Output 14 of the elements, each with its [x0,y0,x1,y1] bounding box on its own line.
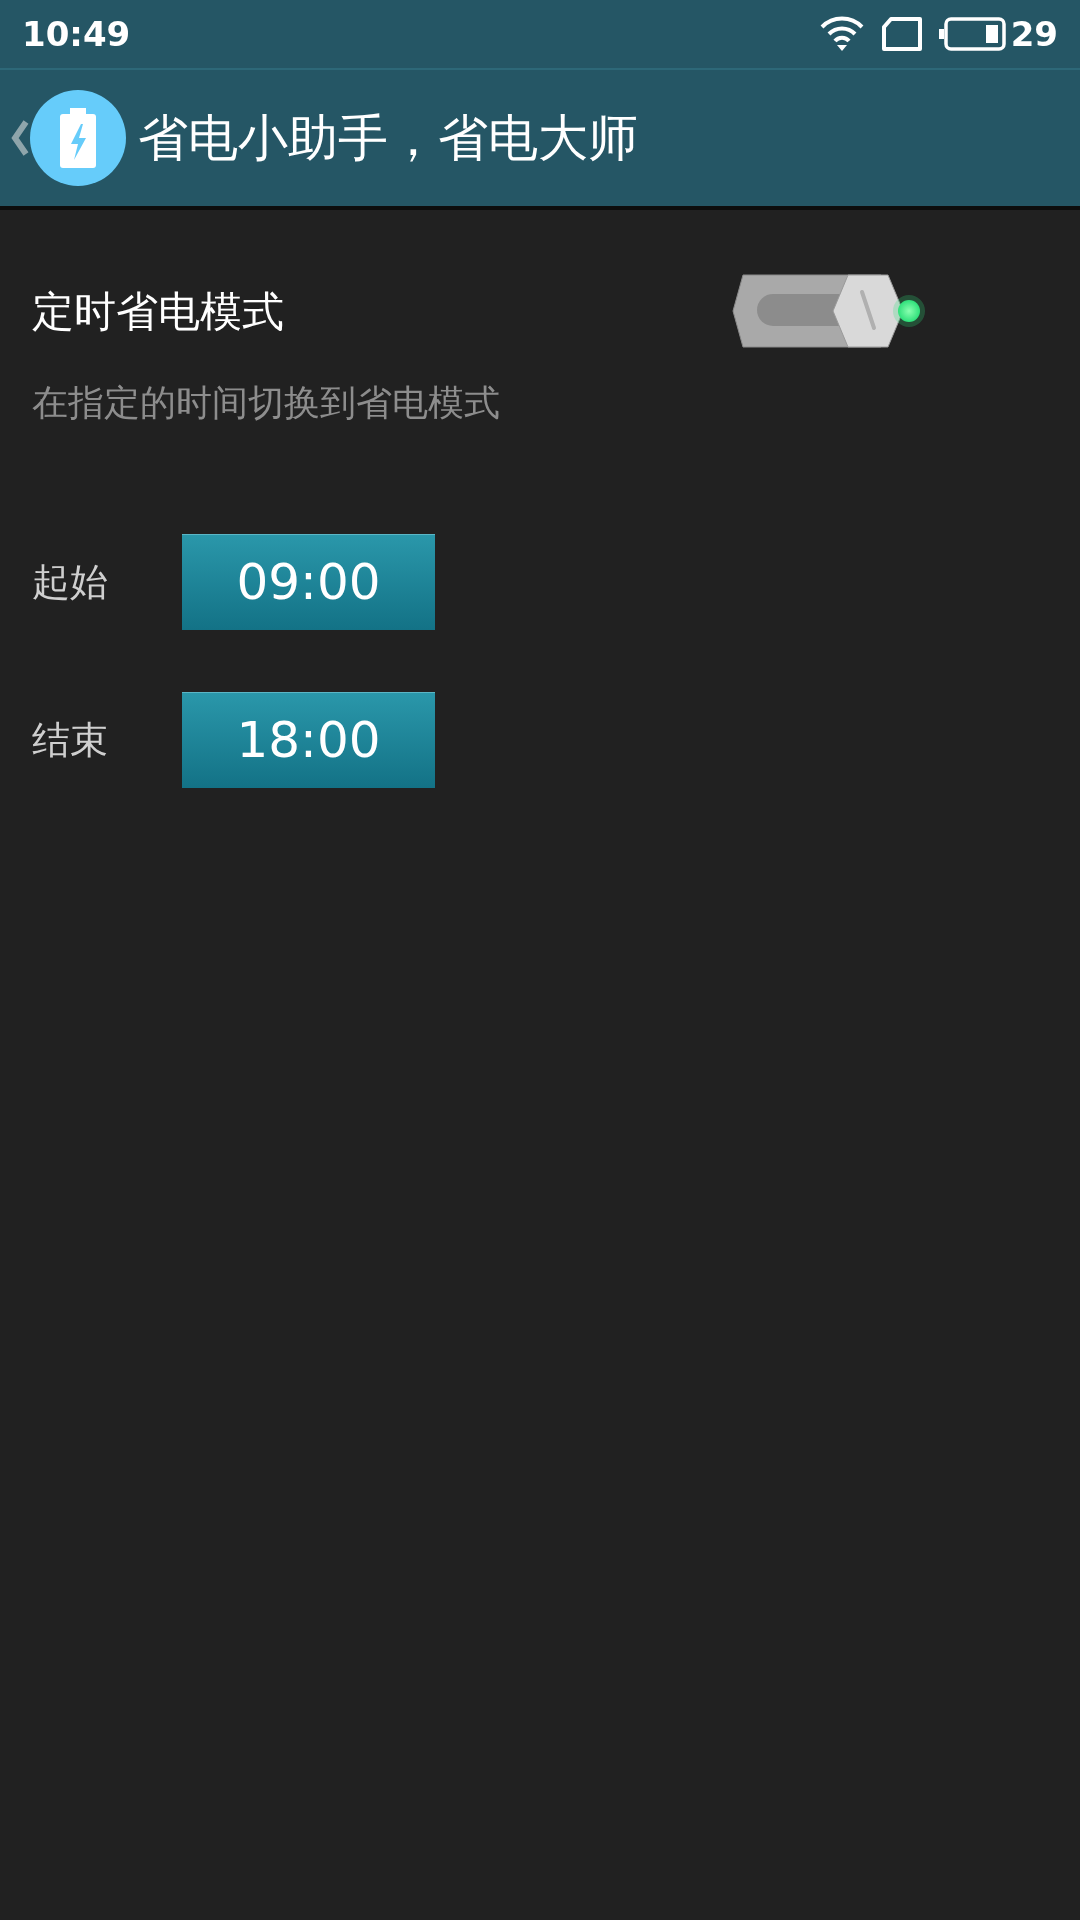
time-label: 起始 [32,558,109,606]
battery-level-text: 29 [1010,12,1058,56]
time-button[interactable]: 09:00 [182,534,435,630]
status-time: 10:49 [22,12,131,56]
setting-title: 定时省电模式 [32,285,284,338]
battery-icon [938,17,1007,51]
wifi-icon [818,15,865,53]
sim-card-icon [880,17,923,51]
back-icon[interactable] [10,118,30,158]
app-title: 省电小助手，省电大师 [138,107,638,169]
time-button[interactable]: 18:00 [182,692,435,788]
time-label: 结束 [32,716,109,764]
battery-app-icon [30,90,126,186]
setting-description: 在指定的时间切换到省电模式 [31,381,501,425]
